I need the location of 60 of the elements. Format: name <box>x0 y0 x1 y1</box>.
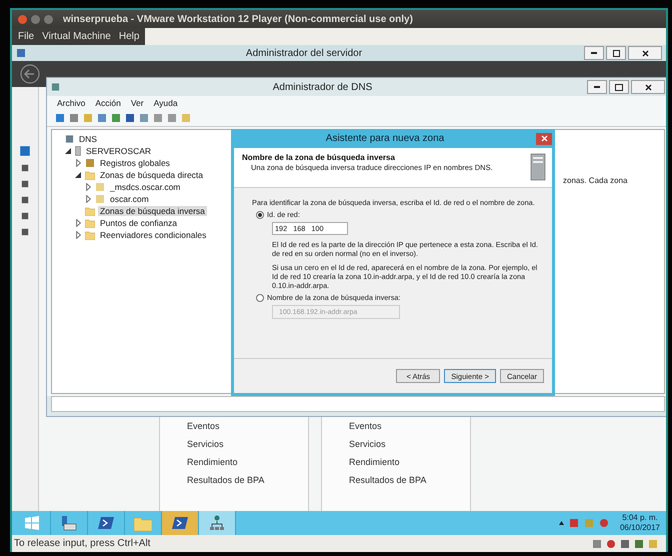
powershell-icon <box>98 516 114 530</box>
tree-item[interactable]: oscar.com <box>108 194 151 204</box>
restore-button[interactable] <box>606 46 626 60</box>
page-title: Nombre de la zona de búsqueda inversa <box>242 153 396 162</box>
windows-logo-icon <box>25 516 39 530</box>
close-icon <box>644 84 652 90</box>
show-hidden-icons-icon[interactable] <box>558 521 564 525</box>
tree-item[interactable]: Zonas de búsqueda directa <box>98 170 206 180</box>
powershell-icon <box>172 516 188 530</box>
tree-item[interactable]: Registros globales <box>98 158 172 168</box>
menu-item[interactable]: Ver <box>130 98 144 108</box>
collapsed-arrow-icon[interactable] <box>76 159 80 167</box>
minimize-button[interactable] <box>587 80 607 94</box>
collapsed-arrow-icon[interactable] <box>76 231 80 239</box>
tree-item[interactable]: Zonas de búsqueda inversa <box>98 206 207 216</box>
clock-time: 5:04 p. m. <box>622 513 658 523</box>
dialog-title: Asistente para nueva zona <box>324 133 446 144</box>
tree-item[interactable]: DNS <box>77 134 99 144</box>
tree-item[interactable]: SERVEROSCAR <box>84 146 154 156</box>
tile-link[interactable]: Rendimiento <box>349 455 470 469</box>
close-icon <box>540 135 548 142</box>
window-title: Administrador de DNS <box>272 82 374 92</box>
expanded-arrow-icon[interactable] <box>65 148 71 154</box>
tile-link[interactable]: Resultados de BPA <box>187 473 308 487</box>
menu-item[interactable]: Acción <box>95 98 121 108</box>
server-tower-icon <box>530 153 546 181</box>
tile-link[interactable]: Servicios <box>349 437 470 451</box>
expanded-arrow-icon[interactable] <box>75 172 81 178</box>
status-text: To release input, press Ctrl+Alt <box>14 538 150 549</box>
minimize-button[interactable] <box>584 46 604 60</box>
menu-item[interactable]: Ayuda <box>154 98 178 108</box>
close-button[interactable] <box>628 46 662 60</box>
window-title: Administrador del servidor <box>244 48 364 58</box>
clock[interactable]: 5:04 p. m. 06/10/2017 <box>620 513 660 533</box>
menu-item[interactable]: Virtual Machine <box>42 31 111 42</box>
tree-item[interactable]: _msdcs.oscar.com <box>108 182 182 192</box>
window-title: winserprueba - VMware Workstation 12 Player (Non-commercial use only) <box>63 14 413 24</box>
clock-date: 06/10/2017 <box>620 523 660 533</box>
close-button[interactable] <box>631 80 665 94</box>
tile-link[interactable]: Rendimiento <box>187 455 308 469</box>
folder-icon <box>134 516 152 530</box>
menu-item[interactable]: Help <box>118 31 140 42</box>
tree-item[interactable]: Puntos de confianza <box>98 218 180 228</box>
collapsed-arrow-icon[interactable] <box>86 183 90 191</box>
tree-item[interactable]: Reenviadores condicionales <box>98 230 208 240</box>
close-icon <box>642 50 648 56</box>
radio-button[interactable] <box>256 210 264 218</box>
tile-link[interactable]: Eventos <box>349 419 470 433</box>
collapsed-arrow-icon[interactable] <box>76 219 80 227</box>
tile-link[interactable]: Eventos <box>187 419 308 433</box>
tile-link[interactable]: Servicios <box>187 437 308 451</box>
menu-item[interactable]: File <box>18 31 34 42</box>
menu-item[interactable]: Archivo <box>57 98 86 108</box>
folder-icon <box>85 170 95 180</box>
tile-link[interactable]: Resultados de BPA <box>349 473 470 487</box>
collapsed-arrow-icon[interactable] <box>86 195 90 203</box>
maximize-button[interactable] <box>609 80 629 94</box>
taskbar-button[interactable] <box>199 511 236 535</box>
taskbar-button[interactable] <box>162 511 199 535</box>
details-text: zonas. Cada zona <box>563 176 628 185</box>
